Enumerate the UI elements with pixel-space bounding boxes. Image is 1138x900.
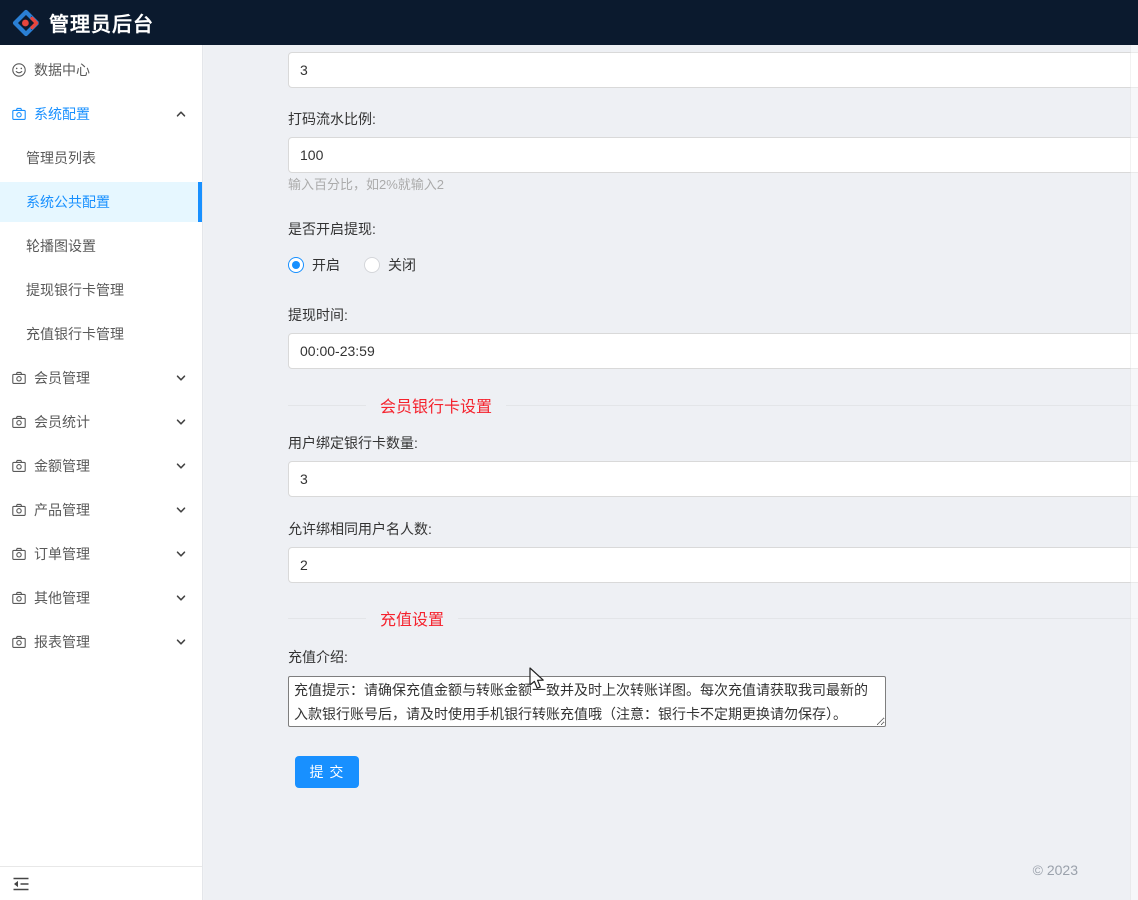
sidebar: 数据中心 系统配置 管理员列表 系统公共配置 轮播图设置 提 — [0, 45, 203, 900]
same-name-label: 允许绑相同用户名人数: — [288, 522, 1138, 537]
camera-icon — [12, 547, 26, 561]
sidebar-menu: 数据中心 系统配置 管理员列表 系统公共配置 轮播图设置 提 — [0, 45, 202, 662]
sidebar-item-label: 报表管理 — [34, 632, 90, 652]
camera-icon — [12, 591, 26, 605]
app-logo-icon — [12, 9, 40, 37]
sidebar-subitem-label: 系统公共配置 — [26, 192, 110, 212]
same-name-input[interactable] — [288, 547, 1138, 583]
section-divider-bankcard: 会员银行卡设置 — [288, 394, 1138, 416]
dama-ratio-label: 打码流水比例: — [288, 112, 1138, 127]
camera-icon — [12, 107, 26, 121]
chevron-down-icon — [176, 373, 186, 383]
top-number-input[interactable] — [288, 52, 1138, 88]
page-title: 管理员后台 — [49, 8, 154, 37]
sidebar-subitem-label: 充值银行卡管理 — [26, 324, 124, 344]
withdraw-time-input[interactable] — [288, 333, 1138, 369]
bind-count-input[interactable] — [288, 461, 1138, 497]
sidebar-subitem-carousel-settings[interactable]: 轮播图设置 — [0, 226, 202, 266]
sidebar-item-other-management[interactable]: 其他管理 — [0, 578, 202, 618]
copyright-text: © 2023 — [1033, 862, 1078, 878]
sidebar-item-label: 订单管理 — [34, 544, 90, 564]
section-title-recharge: 充值设置 — [366, 606, 458, 630]
sidebar-subitem-recharge-bankcard[interactable]: 充值银行卡管理 — [0, 314, 202, 354]
sidebar-subitem-label: 管理员列表 — [26, 148, 96, 168]
sidebar-item-label: 金额管理 — [34, 456, 90, 476]
sidebar-item-report-management[interactable]: 报表管理 — [0, 622, 202, 662]
sidebar-item-label: 其他管理 — [34, 588, 90, 608]
recharge-intro-label: 充值介绍: — [288, 650, 1138, 665]
sidebar-item-label: 产品管理 — [34, 500, 90, 520]
sidebar-item-label: 系统配置 — [34, 104, 90, 124]
main-content: 打码流水比例: 输入百分比，如2%就输入2 是否开启提现: 开启 关闭 提现时间… — [204, 45, 1138, 900]
sidebar-item-system-config[interactable]: 系统配置 — [0, 94, 202, 134]
sidebar-item-label: 会员统计 — [34, 412, 90, 432]
camera-icon — [12, 459, 26, 473]
submit-button[interactable]: 提 交 — [295, 756, 359, 788]
withdraw-time-label: 提现时间: — [288, 308, 1138, 323]
section-title-bankcard: 会员银行卡设置 — [366, 393, 506, 417]
camera-icon — [12, 503, 26, 517]
camera-icon — [12, 635, 26, 649]
sidebar-subitem-admin-list[interactable]: 管理员列表 — [0, 138, 202, 178]
smile-icon — [12, 63, 26, 77]
chevron-down-icon — [176, 417, 186, 427]
menu-fold-icon[interactable] — [12, 875, 30, 893]
chevron-down-icon — [176, 505, 186, 515]
sidebar-item-label: 数据中心 — [34, 60, 90, 80]
sidebar-footer — [0, 866, 202, 900]
withdraw-toggle-group: 开启 关闭 — [288, 257, 1138, 273]
sidebar-subitem-withdraw-bankcard[interactable]: 提现银行卡管理 — [0, 270, 202, 310]
sidebar-item-product-management[interactable]: 产品管理 — [0, 490, 202, 530]
system-config-form: 打码流水比例: 输入百分比，如2%就输入2 是否开启提现: 开启 关闭 提现时间… — [204, 45, 1138, 788]
radio-on-label[interactable]: 开启 — [312, 255, 340, 275]
sidebar-item-amount-management[interactable]: 金额管理 — [0, 446, 202, 486]
sidebar-subitem-label: 提现银行卡管理 — [26, 280, 124, 300]
sidebar-item-member-management[interactable]: 会员管理 — [0, 358, 202, 398]
app-header: 管理员后台 — [0, 0, 1138, 45]
recharge-intro-textarea[interactable]: 充值提示：请确保充值金额与转账金额一致并及时上次转账详图。每次充值请获取我司最新… — [288, 676, 886, 727]
withdraw-toggle-label: 是否开启提现: — [288, 222, 1138, 237]
bind-count-label: 用户绑定银行卡数量: — [288, 436, 1138, 451]
camera-icon — [12, 371, 26, 385]
camera-icon — [12, 415, 26, 429]
sidebar-subitem-system-public-config[interactable]: 系统公共配置 — [0, 182, 202, 222]
section-divider-recharge: 充值设置 — [288, 607, 1138, 629]
chevron-up-icon — [176, 109, 186, 119]
chevron-down-icon — [176, 461, 186, 471]
chevron-down-icon — [176, 637, 186, 647]
dama-ratio-input[interactable] — [288, 137, 1138, 173]
radio-off-label[interactable]: 关闭 — [388, 255, 416, 275]
sidebar-item-order-management[interactable]: 订单管理 — [0, 534, 202, 574]
sidebar-item-member-statistics[interactable]: 会员统计 — [0, 402, 202, 442]
sidebar-item-label: 会员管理 — [34, 368, 90, 388]
radio-on[interactable] — [288, 257, 304, 273]
vertical-scrollbar[interactable] — [1130, 45, 1138, 900]
radio-off[interactable] — [364, 257, 380, 273]
sidebar-item-data-center[interactable]: 数据中心 — [0, 50, 202, 90]
sidebar-subitem-label: 轮播图设置 — [26, 236, 96, 256]
chevron-down-icon — [176, 593, 186, 603]
dama-ratio-hint: 输入百分比，如2%就输入2 — [288, 177, 1138, 192]
chevron-down-icon — [176, 549, 186, 559]
